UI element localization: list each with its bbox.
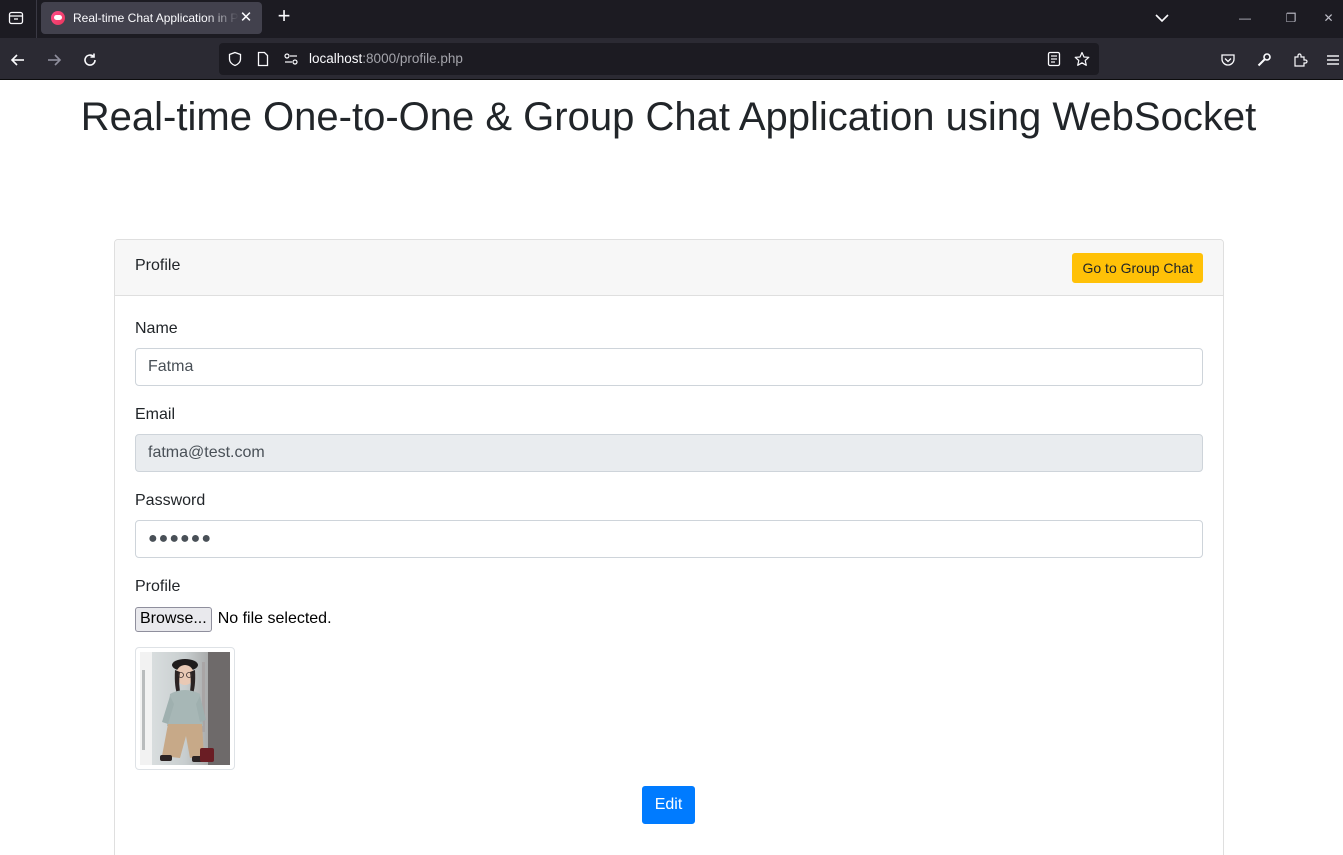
- app-menu-button[interactable]: [1322, 46, 1343, 74]
- forward-button[interactable]: [40, 46, 68, 74]
- browser-tab-active[interactable]: Real-time Chat Application in PHP ✕: [41, 2, 262, 34]
- tab-list-icon: [8, 11, 24, 25]
- forward-arrow-icon: [48, 54, 62, 66]
- minimize-window-button[interactable]: —: [1222, 0, 1268, 36]
- url-path: :8000/profile.php: [362, 51, 463, 66]
- extensions-button[interactable]: [1286, 46, 1314, 74]
- back-button[interactable]: [4, 46, 32, 74]
- edit-button[interactable]: Edit: [642, 786, 695, 824]
- chat-favicon-icon: [51, 11, 65, 25]
- page-title: Real-time One-to-One & Group Chat Applic…: [80, 95, 1257, 139]
- chevron-down-icon: [1155, 14, 1169, 23]
- email-label: Email: [135, 406, 176, 423]
- password-field[interactable]: [135, 520, 1203, 558]
- password-label: Password: [135, 492, 206, 509]
- card-header: Profile Go to Group Chat: [115, 240, 1223, 296]
- firefox-view-button[interactable]: [0, 0, 32, 36]
- name-label: Name: [135, 320, 178, 337]
- list-all-tabs-button[interactable]: [1150, 6, 1174, 30]
- profile-card: Profile Go to Group Chat Name Email Pass…: [114, 239, 1224, 855]
- page-content: Real-time One-to-One & Group Chat Applic…: [0, 80, 1343, 855]
- shield-icon[interactable]: [227, 51, 243, 67]
- card-header-title: Profile: [135, 257, 181, 274]
- new-tab-button[interactable]: +: [272, 5, 296, 29]
- reload-button[interactable]: [76, 46, 104, 74]
- name-field[interactable]: [135, 348, 1203, 386]
- browser-tab-bar: Real-time Chat Application in PHP ✕ + — …: [0, 0, 1343, 38]
- address-bar[interactable]: localhost:8000/profile.php: [219, 43, 1099, 75]
- go-to-group-chat-button[interactable]: Go to Group Chat: [1072, 253, 1203, 283]
- page-icon[interactable]: [255, 51, 271, 67]
- url-host: localhost: [309, 51, 363, 66]
- email-field[interactable]: [135, 434, 1203, 472]
- close-window-button[interactable]: ✕: [1314, 0, 1343, 36]
- pocket-icon: [1221, 54, 1235, 66]
- profile-image-thumbnail: [135, 647, 235, 770]
- tab-separator: [36, 0, 37, 38]
- developer-tools-button[interactable]: [1250, 46, 1278, 74]
- hamburger-menu-icon: [1326, 55, 1339, 65]
- profile-label: Profile: [135, 578, 181, 595]
- profile-photo: [140, 652, 230, 765]
- url-text[interactable]: localhost:8000/profile.php: [309, 51, 463, 66]
- back-arrow-icon: [10, 54, 24, 66]
- file-status: No file selected.: [217, 610, 332, 627]
- reader-view-icon[interactable]: [1046, 51, 1062, 67]
- extensions-icon: [1294, 53, 1308, 67]
- tab-title: Real-time Chat Application in PHP: [73, 11, 239, 25]
- reload-icon: [84, 53, 96, 66]
- permissions-icon[interactable]: [283, 51, 299, 67]
- wrench-icon: [1257, 53, 1271, 67]
- bookmark-star-icon[interactable]: [1074, 51, 1090, 67]
- profile-file-input[interactable]: Browse... No file selected.: [135, 606, 332, 632]
- restore-window-button[interactable]: ❐: [1268, 0, 1314, 36]
- browser-nav-bar: localhost:8000/profile.php: [0, 38, 1343, 80]
- pocket-button[interactable]: [1214, 46, 1242, 74]
- tab-close-icon[interactable]: ✕: [238, 10, 254, 26]
- browse-button[interactable]: Browse...: [135, 606, 212, 632]
